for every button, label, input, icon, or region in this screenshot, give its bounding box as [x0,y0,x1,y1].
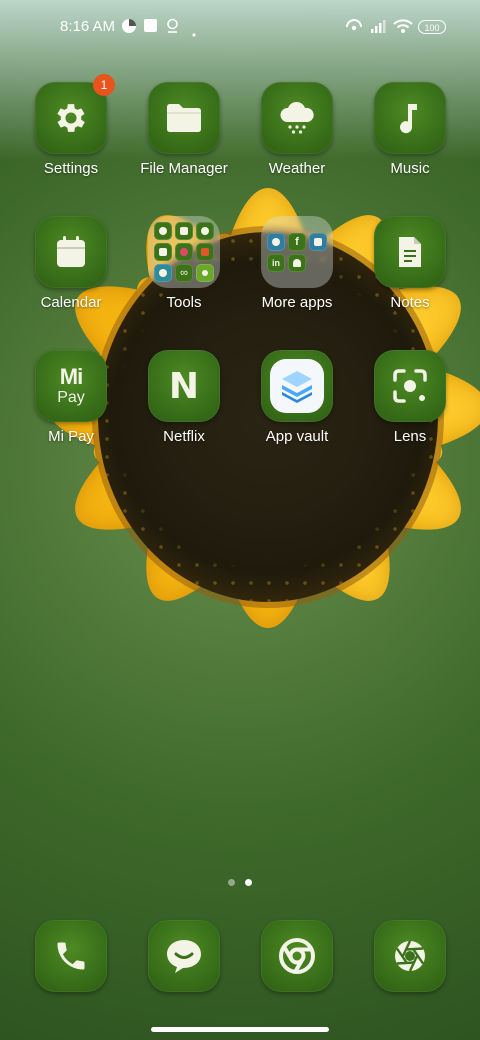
mi-pay-icon[interactable]: Mi Pay [35,350,107,422]
folder-label: Tools [166,294,202,311]
facebook-mini-icon: f [288,232,306,251]
linkedin-mini-icon: in [267,253,285,272]
notification-location-icon [165,18,180,39]
weather-cloud-icon [280,101,314,134]
video-mini-icon [196,243,214,261]
netflix-logo: N [168,365,200,407]
notification-badge: 1 [93,74,115,96]
status-time: 8:16 AM [60,18,116,35]
android-mini-icon [288,253,306,272]
app-label: Weather [268,160,326,177]
app-label: File Manager [140,160,228,177]
maps-mini-icon [267,232,285,251]
dock-messages[interactable] [148,920,220,992]
netflix-icon[interactable]: N [148,350,220,422]
mi-pay-logo-top: Mi [59,364,83,389]
app-weather[interactable]: Weather [242,82,352,177]
status-bar: 8:16 AM 100 [0,0,480,56]
mi-pay-logo-bottom: Pay [57,389,85,406]
app-vault-icon [270,359,324,413]
app-label: Notes [390,294,430,311]
notification-square-icon [143,18,158,38]
app-label: Music [390,160,430,177]
hotspot-icon [345,18,363,39]
messages-icon [167,940,201,973]
app-lens[interactable]: Lens [355,350,465,445]
dock-phone[interactable] [35,920,107,992]
grid-mini-icon [175,222,193,240]
app-label: Calendar [40,294,102,311]
app-file-manager[interactable]: File Manager [129,82,239,177]
app-label: Settings [43,160,99,177]
folder-icon [167,104,201,132]
calendar-icon [57,236,85,267]
folder-more-apps[interactable]: f in More apps [242,216,352,311]
notification-app-icon [121,18,137,39]
app-label: App vault [265,428,329,445]
globe-mini-icon [196,222,214,240]
messenger-mini-icon [309,232,327,251]
record-mini-icon [175,243,193,261]
page-dot-2-active[interactable] [245,879,252,886]
app-settings[interactable]: 1 Settings [16,74,126,177]
page-dot-1[interactable] [228,879,235,886]
chrome-icon [279,938,315,974]
app-notes[interactable]: Notes [355,216,465,311]
notification-dot-icon [192,24,196,42]
contacts-mini-icon [154,222,172,240]
app-label: Netflix [163,428,205,445]
app-netflix[interactable]: N Netflix [129,350,239,445]
dock-chrome[interactable] [261,920,333,992]
sync-mini-icon [154,264,172,282]
app-vault[interactable]: App vault [242,350,352,445]
notes-icon [399,237,421,267]
infinity-mini-icon: ∞ [175,264,193,282]
gear-icon [57,104,85,132]
dot-mini-icon [196,264,214,282]
dock-camera[interactable] [374,920,446,992]
app-label: Lens [393,428,427,445]
calculator-mini-icon [154,243,172,261]
signal-icon [370,18,386,39]
folder-label: More apps [261,294,333,311]
app-label: Mi Pay [48,428,94,445]
app-calendar[interactable]: Calendar [16,216,126,311]
folder-tools[interactable]: ∞ Tools [129,216,239,311]
camera-shutter-icon [395,940,425,972]
lens-icon [393,369,427,403]
wifi-icon [393,18,413,39]
app-mi-pay[interactable]: Mi Pay Mi Pay [16,350,126,445]
music-note-icon [400,104,417,134]
gesture-home-bar[interactable] [151,1027,329,1032]
battery-indicator: 100 [418,20,446,34]
app-music[interactable]: Music [355,82,465,177]
phone-icon [57,942,85,970]
